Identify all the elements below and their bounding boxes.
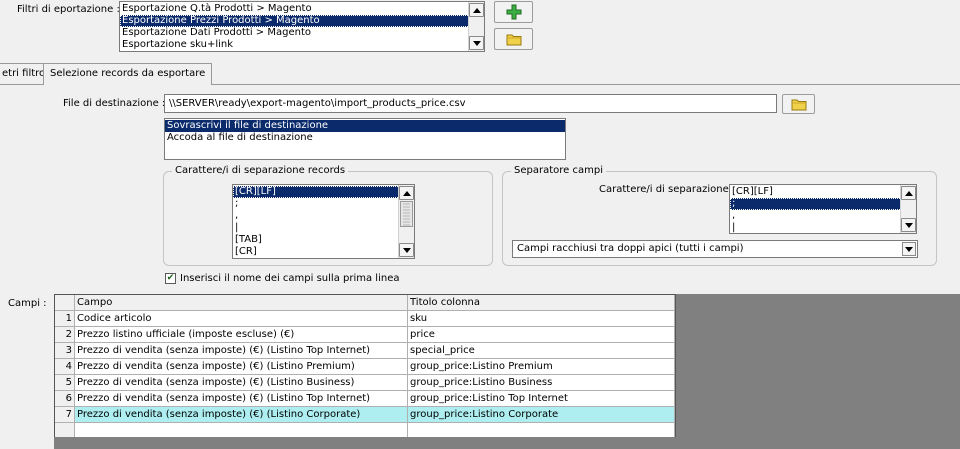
table-row[interactable]: 4 Prezzo di vendita (senza imposte) (€) (… (55, 359, 675, 375)
cell-titolo[interactable]: group_price:Listino Top Internet (408, 391, 675, 407)
field-separator-item[interactable]: [CR][LF] (730, 186, 916, 198)
table-row[interactable]: 7 Prezzo di vendita (senza imposte) (€) (… (55, 407, 675, 423)
row-number: 7 (55, 407, 75, 423)
cell-titolo[interactable]: group_price:Listino Business (408, 375, 675, 391)
record-separator-list[interactable]: [CR][LF];, | [TAB] [CR] (232, 184, 415, 259)
row-number: 1 (55, 311, 75, 327)
field-separator-label: Carattere/i di separazione : (599, 184, 736, 195)
cell-titolo[interactable]: group_price:Listino Corporate (408, 407, 675, 423)
record-separator-item[interactable]: [CR] (233, 246, 414, 258)
tab-record-selection[interactable]: Selezione records da esportare (43, 63, 213, 85)
quote-option-select[interactable]: Campi racchiusi tra doppi apici (tutti i… (512, 240, 918, 258)
grid-header-row: Campo Titolo colonna (55, 295, 675, 311)
write-mode-item[interactable]: Accoda al file di destinazione (165, 132, 565, 144)
write-mode-item[interactable]: Sovrascrivi il file di destinazione (165, 120, 565, 132)
cell-titolo[interactable]: sku (408, 311, 675, 327)
cell-campo[interactable]: Prezzo di vendita (senza imposte) (€) (L… (75, 359, 408, 375)
record-separator-item[interactable]: | (233, 222, 414, 234)
field-separator-list[interactable]: [CR][LF];, | (729, 184, 917, 234)
cell-campo[interactable]: Prezzo di vendita (senza imposte) (€) (L… (75, 343, 408, 359)
column-header-campo[interactable]: Campo (75, 295, 408, 311)
cell-campo[interactable]: Prezzo di vendita (senza imposte) (€) (L… (75, 407, 408, 423)
field-separator-scrollbar[interactable] (900, 185, 916, 233)
table-row[interactable]: 3 Prezzo di vendita (senza imposte) (€) (… (55, 343, 675, 359)
grid-empty-area (676, 294, 960, 449)
field-separator-item[interactable]: ; (730, 198, 916, 210)
open-filter-button[interactable] (494, 28, 533, 50)
filters-item[interactable]: Esportazione Dati Prodotti > Magento (120, 27, 484, 39)
row-number: 4 (55, 359, 75, 375)
arrow-up-icon (472, 7, 481, 13)
record-separator-title: Carattere/i di separazione records (172, 165, 349, 176)
browse-destination-button[interactable] (782, 94, 815, 114)
cell-titolo[interactable]: group_price:Listino Premium (408, 359, 675, 375)
fields-label: Campi : (8, 298, 47, 309)
folder-icon (506, 34, 521, 46)
cell-campo[interactable]: Codice articolo (75, 311, 408, 327)
scroll-down-button[interactable] (901, 218, 916, 232)
fields-grid[interactable]: Campo Titolo colonna 1 Codice articolo sku… (54, 294, 676, 449)
filters-label: Filtri di eportazione : (17, 4, 120, 15)
row-number: 5 (55, 375, 75, 391)
chevron-down-icon (905, 246, 913, 252)
arrow-down-icon (904, 222, 913, 228)
arrow-down-icon (402, 247, 411, 253)
column-header-titolo[interactable]: Titolo colonna (408, 295, 675, 311)
field-separator-item[interactable]: | (730, 222, 916, 233)
table-row[interactable]: 2 Prezzo listino ufficiale (imposte esclu… (55, 327, 675, 343)
destination-file-input[interactable]: \\SERVER\ready\export-magento\import_pro… (164, 94, 777, 113)
filters-scrollbar[interactable] (468, 2, 484, 51)
row-number: 3 (55, 343, 75, 359)
field-separator-title: Separatore campi (511, 165, 606, 176)
write-mode-list[interactable]: Sovrascrivi il file di destinazione Accod… (164, 118, 566, 160)
grid-bottom-area (54, 437, 676, 449)
plus-icon (506, 4, 521, 20)
row-number-header (55, 295, 75, 311)
cell-titolo[interactable]: special_price (408, 343, 675, 359)
arrow-up-icon (904, 190, 913, 196)
filters-item[interactable]: Esportazione Q.tà Prodotti > Magento (120, 3, 484, 15)
record-separator-item[interactable]: , (233, 210, 414, 222)
header-checkbox-label: Inserisci il nome dei campi sulla prima … (180, 273, 400, 284)
record-separator-scrollbar[interactable] (398, 185, 414, 258)
record-separator-item[interactable]: ; (233, 198, 414, 210)
table-row[interactable]: 5 Prezzo di vendita (senza imposte) (€) (… (55, 375, 675, 391)
table-row[interactable]: 6 Prezzo di vendita (senza imposte) (€) (… (55, 391, 675, 407)
cell-campo[interactable]: Prezzo di vendita (senza imposte) (€) (L… (75, 375, 408, 391)
record-separator-item[interactable]: [CR][LF] (233, 186, 414, 198)
filters-list[interactable]: Esportazione Q.tà Prodotti > Magento Espo… (119, 1, 485, 52)
field-separator-item[interactable]: , (730, 210, 916, 222)
scroll-thumb[interactable] (400, 201, 413, 227)
record-separator-item[interactable]: [TAB] (233, 234, 414, 246)
destination-label: File di destinazione : (63, 98, 166, 109)
arrow-up-icon (402, 190, 411, 196)
cell-titolo[interactable]: price (408, 327, 675, 343)
scroll-up-button[interactable] (901, 186, 916, 200)
dropdown-button[interactable] (902, 242, 916, 256)
header-checkbox[interactable]: ✔ (165, 273, 176, 284)
quote-option-value: Campi racchiusi tra doppi apici (tutti i… (517, 243, 744, 254)
arrow-down-icon (472, 40, 481, 46)
add-filter-button[interactable] (494, 1, 533, 23)
scroll-up-button[interactable] (399, 186, 414, 200)
table-row[interactable]: 1 Codice articolo sku (55, 311, 675, 327)
row-number: 6 (55, 391, 75, 407)
scroll-up-button[interactable] (469, 3, 484, 17)
scroll-down-button[interactable] (399, 243, 414, 257)
cell-campo[interactable]: Prezzo di vendita (senza imposte) (€) (L… (75, 391, 408, 407)
row-number: 2 (55, 327, 75, 343)
cell-campo[interactable]: Prezzo listino ufficiale (imposte esclus… (75, 327, 408, 343)
folder-icon (791, 99, 806, 111)
filters-item[interactable]: Esportazione sku+link (120, 39, 484, 51)
filters-item[interactable]: Esportazione Prezzi Prodotti > Magento (120, 15, 484, 27)
scroll-down-button[interactable] (469, 36, 484, 50)
